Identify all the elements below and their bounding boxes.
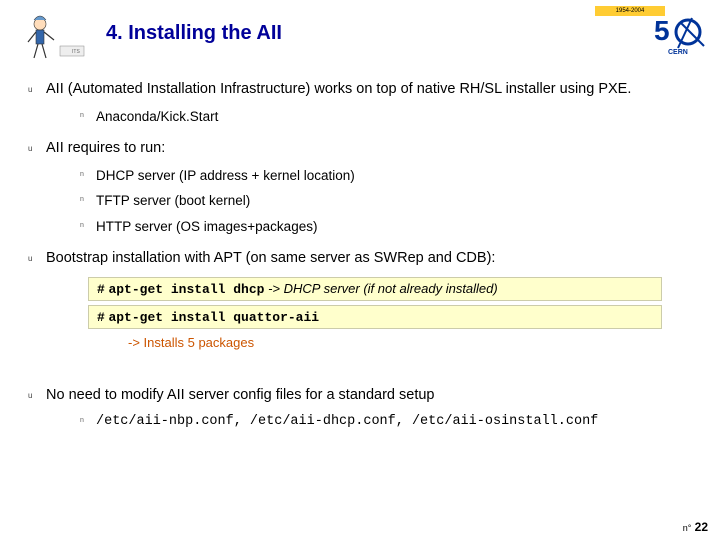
installs-note: -> Installs 5 packages — [128, 335, 692, 350]
sub-bullet-marker: n — [80, 108, 96, 119]
sub-bullet-marker: n — [80, 167, 96, 178]
page-number: n° 22 — [683, 520, 708, 534]
code-box-1: # apt-get install dhcp -> DHCP server (i… — [88, 277, 662, 301]
bullet-4: u No need to modify AII server config fi… — [28, 386, 692, 406]
bullet-2-sub-1-text: DHCP server (IP address + kernel locatio… — [96, 167, 355, 185]
svg-text:ITS: ITS — [72, 49, 80, 55]
bullet-2-sub-2: n TFTP server (boot kernel) — [80, 192, 692, 210]
bullet-1-sub-1: n Anaconda/Kick.Start — [80, 108, 692, 126]
bullet-marker: u — [28, 386, 46, 400]
sub-bullet-marker: n — [80, 192, 96, 203]
bullet-4-sub-1: n /etc/aii-nbp.conf, /etc/aii-dhcp.conf,… — [80, 413, 692, 431]
sub-bullet-marker: n — [80, 413, 96, 424]
bullet-2-sub-2-text: TFTP server (boot kernel) — [96, 192, 250, 210]
bullet-3: u Bootstrap installation with APT (on sa… — [28, 249, 692, 269]
cern-50-logo: 5 CERN — [650, 6, 710, 56]
page-num-value: 22 — [695, 520, 708, 534]
bullet-4-text: No need to modify AII server config file… — [46, 386, 434, 406]
bullet-marker: u — [28, 80, 46, 94]
prompt-hash: # — [97, 282, 105, 297]
sub-bullet-marker: n — [80, 218, 96, 229]
slide-title: 4. Installing the AII — [106, 22, 282, 45]
bullet-2: u AII requires to run: — [28, 139, 692, 159]
bullet-4-sub-1-text: /etc/aii-nbp.conf, /etc/aii-dhcp.conf, /… — [96, 413, 598, 431]
bullet-2-text: AII requires to run: — [46, 139, 165, 159]
bullet-3-text: Bootstrap installation with APT (on same… — [46, 249, 495, 269]
bullet-2-sub-3: n HTTP server (OS images+packages) — [80, 218, 692, 236]
bullet-2-sub-3-text: HTTP server (OS images+packages) — [96, 218, 317, 236]
command-text: apt-get install quattor-aii — [108, 310, 319, 325]
bullet-1: u AII (Automated Installation Infrastruc… — [28, 80, 692, 100]
bullet-2-sub-1: n DHCP server (IP address + kernel locat… — [80, 167, 692, 185]
command-text: apt-get install dhcp — [108, 282, 264, 297]
bullet-1-sub-1-text: Anaconda/Kick.Start — [96, 108, 218, 126]
svg-text:5: 5 — [654, 15, 670, 46]
mascot-logo: ITS — [10, 12, 90, 62]
bullet-marker: u — [28, 139, 46, 153]
code-box-2: # apt-get install quattor-aii — [88, 305, 662, 329]
bullet-1-text: AII (Automated Installation Infrastructu… — [46, 80, 631, 100]
page-prefix: n° — [683, 523, 692, 533]
slide-header: 1954-2004 ITS 5 CERN 4. Installing the A… — [0, 0, 720, 60]
svg-text:CERN: CERN — [668, 49, 688, 56]
command-note: -> DHCP server (if not already installed… — [268, 281, 498, 296]
prompt-hash: # — [97, 310, 105, 325]
bullet-marker: u — [28, 249, 46, 263]
slide-content: u AII (Automated Installation Infrastruc… — [0, 60, 720, 431]
